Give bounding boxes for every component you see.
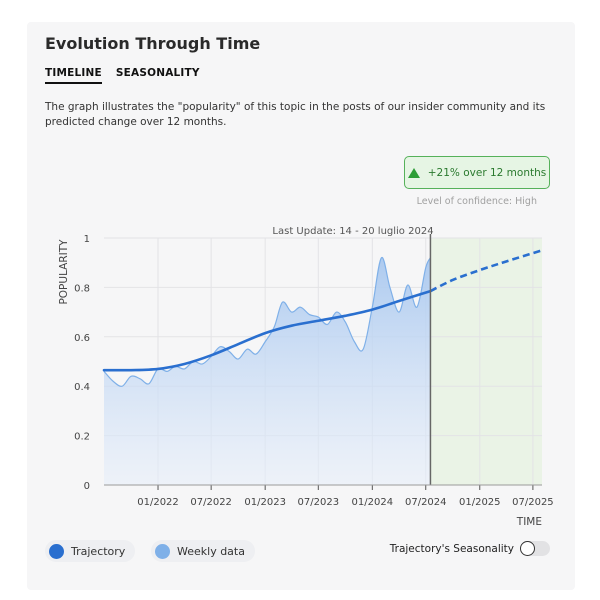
weekly-data-dot-icon xyxy=(155,543,170,559)
trajectory-dot-icon xyxy=(49,543,64,559)
x-tick-label: 01/2024 xyxy=(352,497,394,508)
x-tick-label: 07/2025 xyxy=(512,497,554,508)
x-axis-label: TIME xyxy=(516,516,542,528)
y-tick-label: 0 xyxy=(84,481,90,492)
x-tick-label: 07/2022 xyxy=(190,497,232,508)
x-tick-label: 07/2023 xyxy=(298,497,340,508)
x-tick-label: 01/2022 xyxy=(137,497,179,508)
y-tick-label: 0.8 xyxy=(74,283,90,294)
legend-trajectory-label: Trajectory xyxy=(71,544,126,558)
y-tick-label: 1 xyxy=(84,234,90,245)
x-tick-label: 01/2023 xyxy=(244,497,286,508)
legend-weekly-label: Weekly data xyxy=(177,544,245,558)
x-tick-label: 07/2024 xyxy=(405,497,447,508)
y-tick-label: 0.4 xyxy=(74,382,90,393)
seasonality-toggle[interactable] xyxy=(520,541,550,556)
legend-weekly-data[interactable]: Weekly data xyxy=(151,540,255,562)
legend-trajectory[interactable]: Trajectory xyxy=(45,540,136,562)
popularity-chart: 0 0.2 0.4 0.6 0.8 1 01/2022 07/2022 01/2023 07/20… xyxy=(58,226,554,528)
seasonality-label: Trajectory's Seasonality xyxy=(389,542,514,555)
last-update-annotation: Last Update: 14 - 20 luglio 2024 xyxy=(272,226,433,237)
weekly-data-area xyxy=(104,257,431,485)
seasonality-toggle-row: Trajectory's Seasonality xyxy=(390,541,550,556)
forecast-region xyxy=(430,238,542,485)
x-tick-label: 01/2025 xyxy=(459,497,501,508)
toggle-knob xyxy=(520,541,535,556)
y-axis-label: POPULARITY xyxy=(58,239,70,305)
y-tick-label: 0.6 xyxy=(74,333,90,344)
y-tick-label: 0.2 xyxy=(74,432,90,443)
